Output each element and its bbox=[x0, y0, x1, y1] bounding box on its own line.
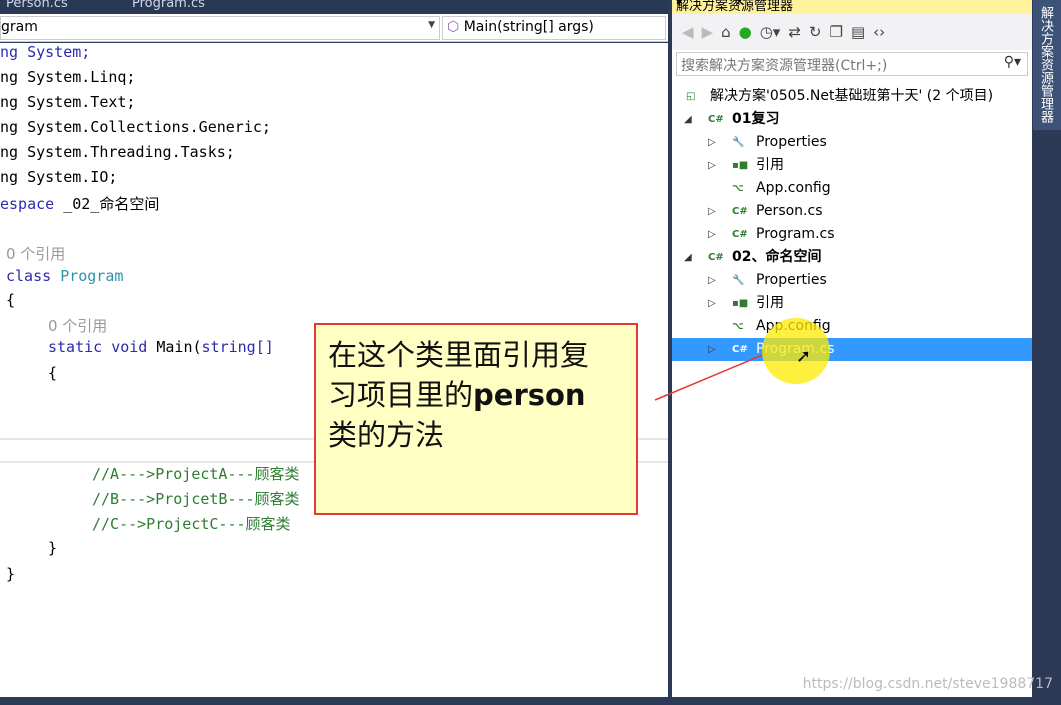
mouse-cursor-icon: ➚ bbox=[796, 346, 812, 367]
annotation-callout: 在这个类里面引用复 习项目里的person 类的方法 bbox=[314, 323, 638, 515]
callout-text: 习项目里的person bbox=[328, 378, 586, 412]
watermark: https://blog.csdn.net/steve1988717 bbox=[802, 676, 1053, 692]
callout-text: 类的方法 bbox=[328, 418, 445, 452]
callout-text: 在这个类里面引用复 bbox=[328, 338, 590, 372]
